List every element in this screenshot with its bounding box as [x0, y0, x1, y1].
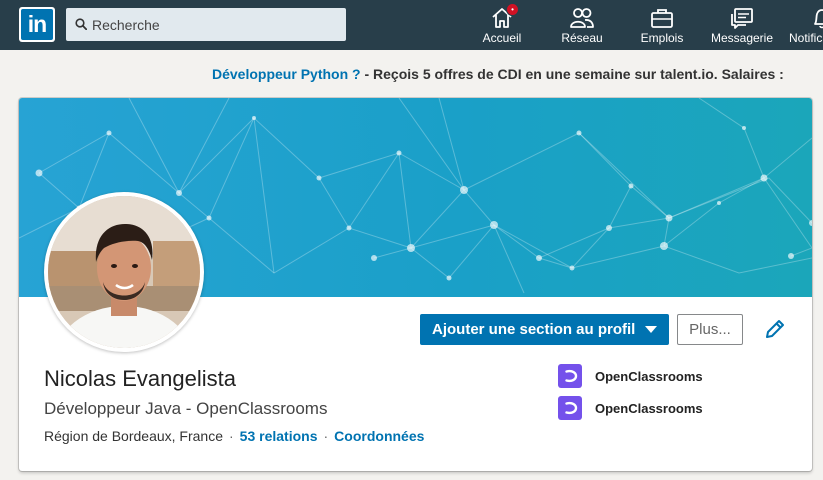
search-box[interactable]: [66, 8, 346, 41]
nav-item-network[interactable]: Réseau: [542, 0, 622, 50]
more-button[interactable]: Plus...: [677, 314, 743, 345]
nav-item-messaging[interactable]: Messagerie: [702, 0, 782, 50]
nav-label: Accueil: [482, 31, 522, 45]
nav-item-notifications[interactable]: Notifica: [782, 0, 823, 50]
linkedin-logo[interactable]: in: [19, 7, 55, 42]
nav-label: Emplois: [640, 31, 684, 45]
nav-label: Notifica: [789, 31, 823, 45]
profile-photo-image: [48, 196, 200, 348]
network-icon: [570, 8, 594, 28]
promo-link[interactable]: Développeur Python ?: [212, 66, 361, 82]
profile-card: Ajouter une section au profil Plus... Ni…: [19, 98, 812, 471]
organization-name: OpenClassrooms: [595, 368, 703, 384]
profile-photo-frame[interactable]: [44, 192, 204, 352]
nav-label: Messagerie: [710, 31, 774, 45]
nav-item-jobs[interactable]: Emplois: [622, 0, 702, 50]
profile-meta: Région de Bordeaux, France · 53 relations ·…: [44, 428, 424, 444]
profile-location: Région de Bordeaux, France: [44, 428, 223, 444]
promo-banner: Développeur Python ? - Reçois 5 offres d…: [212, 66, 784, 82]
profile-headline: Développeur Java - OpenClassrooms: [44, 399, 328, 418]
notification-badge: •: [506, 3, 519, 16]
openclassrooms-logo-icon: [558, 364, 582, 388]
connections-link[interactable]: 53 relations: [240, 428, 318, 444]
organization-name: OpenClassrooms: [595, 400, 703, 416]
search-icon: [75, 18, 87, 30]
bell-icon: [814, 9, 823, 29]
profile-name: Nicolas Evangelista: [44, 366, 236, 391]
add-profile-section-label: Ajouter une section au profil: [432, 321, 636, 338]
contact-info-link[interactable]: Coordonnées: [334, 428, 424, 444]
separator: ·: [229, 428, 234, 444]
pencil-edit-icon[interactable]: [764, 318, 786, 340]
organization-item[interactable]: OpenClassrooms: [558, 396, 703, 420]
nav-label: Réseau: [561, 31, 603, 45]
top-navigation-bar: in • Accueil Réseau Emplois: [0, 0, 823, 50]
nav-item-home[interactable]: • Accueil: [462, 0, 542, 50]
add-profile-section-button[interactable]: Ajouter une section au profil: [420, 314, 669, 345]
profile-photo: [48, 196, 200, 348]
separator: ·: [323, 428, 329, 444]
promo-text: - Reçois 5 offres de CDI en une semaine …: [360, 66, 784, 82]
organization-item[interactable]: OpenClassrooms: [558, 364, 703, 388]
briefcase-icon: [651, 9, 673, 28]
search-input[interactable]: [92, 8, 342, 41]
messaging-icon: [731, 8, 753, 29]
chevron-down-icon: [645, 326, 657, 333]
linkedin-logo-text: in: [21, 9, 53, 40]
openclassrooms-logo-icon: [558, 396, 582, 420]
